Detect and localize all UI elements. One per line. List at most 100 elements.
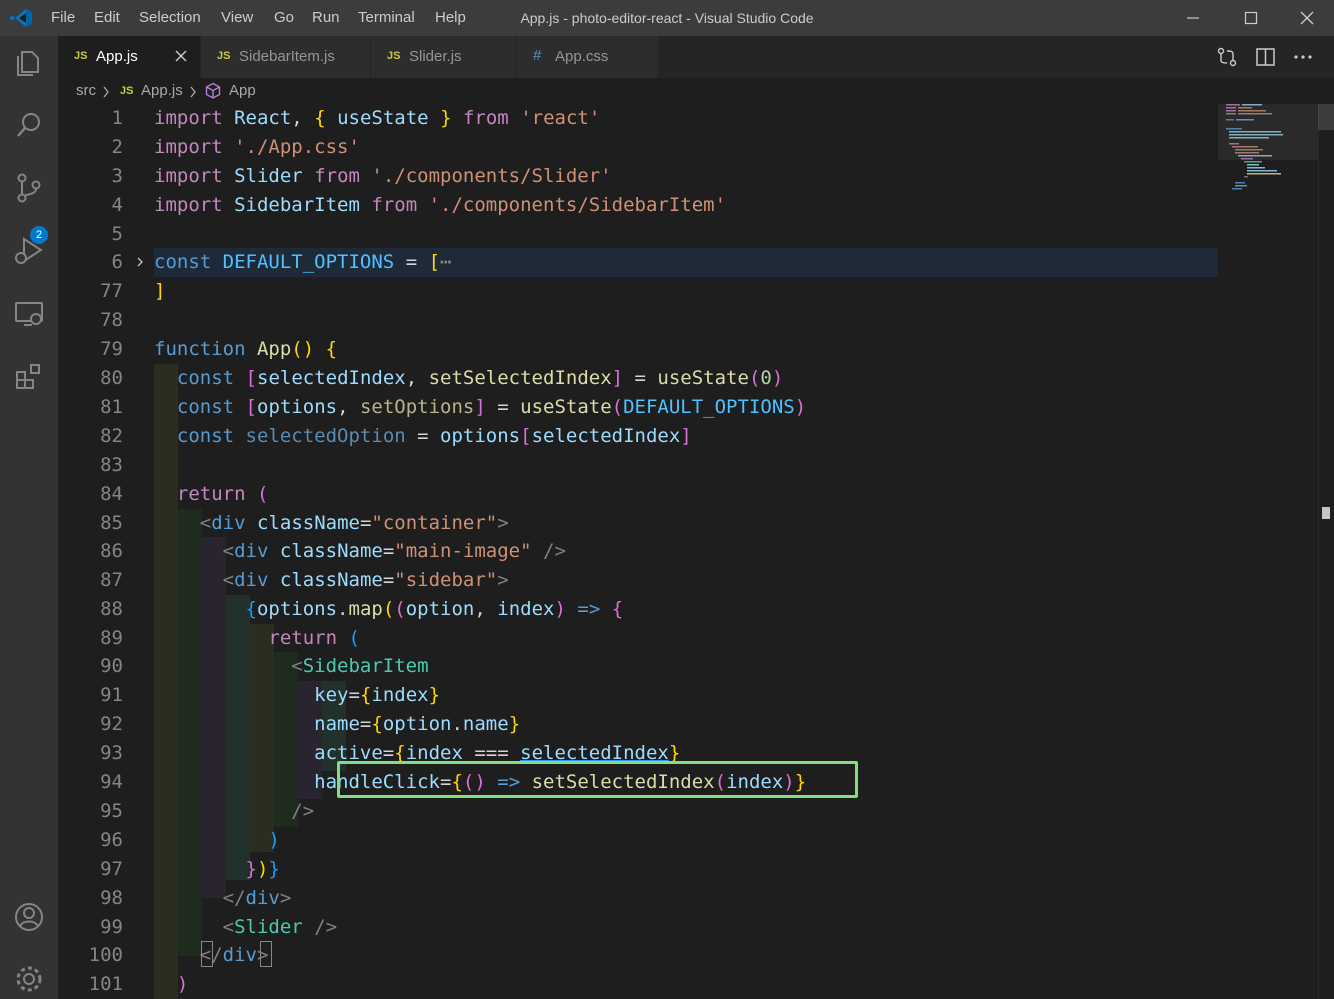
explorer-icon[interactable] (12, 46, 46, 80)
close-window-button[interactable] (1284, 0, 1330, 36)
line-number: 4 (111, 194, 123, 216)
code-line: 85 <div className="container"> (58, 509, 1334, 538)
code-line: 83 (58, 451, 1334, 480)
tab-label: App.js (96, 48, 138, 65)
code-line: 101 ) (58, 970, 1334, 999)
tab-slider-js[interactable]: JS Slider.js (371, 36, 517, 78)
minimize-button[interactable] (1170, 0, 1216, 36)
line-number: 77 (100, 280, 123, 302)
minimap-slider[interactable] (1218, 104, 1318, 160)
split-editor-icon[interactable] (1255, 47, 1277, 67)
line-number: 95 (100, 800, 123, 822)
remote-explorer-icon[interactable] (12, 297, 46, 331)
line-number: 91 (100, 684, 123, 706)
line-number: 78 (100, 309, 123, 331)
code-line: 97 })} (58, 855, 1334, 884)
javascript-file-icon: JS (74, 50, 88, 62)
code-line: 100 </div> (58, 941, 1334, 970)
tab-label: SidebarItem.js (239, 48, 335, 65)
line-number: 96 (100, 829, 123, 851)
code-line: 1 import React, { useState } from 'react' (58, 104, 1334, 133)
line-number: 87 (100, 569, 123, 591)
code-line: 90 <SidebarItem (58, 652, 1334, 681)
code-line: 89 return ( (58, 624, 1334, 653)
line-number: 1 (111, 107, 123, 129)
line-number: 88 (100, 598, 123, 620)
minimap[interactable] (1218, 104, 1318, 999)
line-number: 85 (100, 512, 123, 534)
code-line: 78 (58, 306, 1334, 335)
tab-label: Slider.js (409, 48, 462, 65)
breadcrumb-file[interactable]: App.js (141, 82, 183, 99)
code-line: 95 /> (58, 797, 1334, 826)
javascript-file-icon: JS (387, 50, 401, 62)
scrollbar-thumb[interactable] (1318, 104, 1334, 130)
line-number: 93 (100, 742, 123, 764)
maximize-icon (1244, 11, 1258, 25)
breadcrumb-symbol[interactable]: App (229, 82, 256, 99)
settings-gear-icon[interactable] (12, 962, 46, 996)
symbol-method-icon (205, 82, 221, 99)
line-number: 79 (100, 338, 123, 360)
tab-sidebaritem-js[interactable]: JS SidebarItem.js (201, 36, 371, 78)
folded-ellipsis[interactable]: ⋯ (440, 251, 451, 273)
vertical-scrollbar[interactable] (1318, 104, 1334, 999)
line-number: 84 (100, 483, 123, 505)
close-tab-icon[interactable] (174, 49, 188, 63)
breadcrumb: src JS App.js App (58, 78, 1334, 104)
account-icon[interactable] (12, 900, 46, 934)
code-line: 86 <div className="main-image" /> (58, 537, 1334, 566)
close-icon (1300, 11, 1314, 25)
code-line: 91 key={index} (58, 681, 1334, 710)
line-number: 92 (100, 713, 123, 735)
tab-app-css[interactable]: # App.css (517, 36, 659, 78)
run-debug-icon[interactable] (12, 234, 46, 268)
line-number: 5 (111, 223, 123, 245)
line-number: 94 (100, 771, 123, 793)
search-icon[interactable] (12, 108, 46, 142)
javascript-file-icon: JS (120, 85, 134, 97)
code-line: 3 import Slider from './components/Slider… (58, 162, 1334, 191)
window-title: App.js - photo-editor-react - Visual Stu… (520, 10, 814, 26)
source-control-icon[interactable] (12, 171, 46, 205)
activity-bar: 2 (0, 36, 58, 999)
breadcrumb-folder[interactable]: src (76, 82, 96, 99)
line-number: 82 (100, 425, 123, 447)
line-number: 90 (100, 655, 123, 677)
tab-app-js[interactable]: JS App.js (58, 36, 201, 78)
chevron-right-icon (190, 86, 196, 98)
line-number: 81 (100, 396, 123, 418)
code-line: 99 <Slider /> (58, 913, 1334, 942)
open-changes-icon[interactable] (1216, 47, 1238, 67)
code-editor[interactable]: 1 import React, { useState } from 'react'… (58, 104, 1334, 999)
code-line: 88 {options.map((option, index) => { (58, 595, 1334, 624)
line-number: 6 (111, 251, 123, 273)
line-number: 101 (88, 973, 123, 995)
css-file-icon: # (533, 47, 542, 64)
code-line: 84 return ( (58, 480, 1334, 509)
extensions-icon[interactable] (12, 360, 46, 394)
code-line: 96 ) (58, 826, 1334, 855)
code-line: 2 import './App.css' (58, 133, 1334, 162)
maximize-button[interactable] (1228, 0, 1274, 36)
line-number: 86 (100, 540, 123, 562)
fold-chevron-icon[interactable] (134, 256, 146, 268)
more-actions-icon[interactable] (1292, 47, 1314, 67)
code-line: 79 function App() { (58, 335, 1334, 364)
line-number: 99 (100, 916, 123, 938)
minimize-icon (1187, 17, 1199, 19)
code-line: 98 </div> (58, 884, 1334, 913)
line-number: 3 (111, 165, 123, 187)
line-number: 97 (100, 858, 123, 880)
javascript-file-icon: JS (217, 50, 231, 62)
code-line-folded: 6 const DEFAULT_OPTIONS = [⋯ (58, 248, 1334, 277)
code-line: 92 name={option.name} (58, 710, 1334, 739)
highlighted-code-box (337, 761, 858, 798)
line-number: 2 (111, 136, 123, 158)
scrollbar-cursor-marker (1322, 507, 1330, 519)
code-line: 81 const [options, setOptions] = useStat… (58, 393, 1334, 422)
code-line: 4 import SidebarItem from './components/S… (58, 191, 1334, 220)
line-number: 80 (100, 367, 123, 389)
code-line: 80 const [selectedIndex, setSelectedInde… (58, 364, 1334, 393)
chevron-right-icon (103, 86, 109, 98)
